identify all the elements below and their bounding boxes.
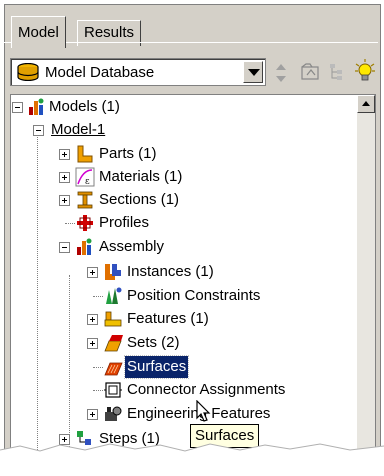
assembly-icon [75, 237, 95, 257]
collapse-icon[interactable] [59, 242, 70, 253]
model-tree[interactable]: Models (1) Model-1 Parts (1) ε Materials… [10, 94, 376, 472]
expand-icon[interactable] [87, 267, 98, 278]
expand-icon[interactable] [59, 195, 70, 206]
lightbulb-icon[interactable] [354, 58, 376, 88]
tree-line [65, 223, 75, 224]
chevron-up-icon [362, 101, 370, 106]
tree-item-engineering-features[interactable]: Engineering Features [11, 403, 351, 425]
tree-icon[interactable] [328, 62, 348, 86]
features-icon [103, 309, 123, 329]
database-label: Model Database [45, 64, 155, 81]
materials-icon: ε [75, 167, 95, 187]
profiles-icon [75, 213, 95, 233]
expand-icon[interactable] [59, 149, 70, 160]
expand-icon[interactable] [59, 172, 70, 183]
svg-text:ε: ε [85, 177, 90, 187]
position-constraints-icon [103, 286, 123, 306]
database-icon [17, 62, 39, 85]
filter-icon[interactable] [300, 62, 322, 86]
tree-item-sections[interactable]: Sections (1) [11, 189, 351, 211]
tree-item-label: Parts (1) [99, 145, 157, 162]
tree-item-model-1[interactable]: Model-1 [11, 119, 351, 141]
connector-icon [103, 380, 123, 400]
tree-item-label: Profiles [99, 214, 150, 231]
tree-item-label: Sections (1) [99, 191, 180, 208]
tab-model[interactable]: Model [11, 16, 66, 48]
models-icon [27, 97, 47, 117]
scroll-up-button[interactable] [357, 95, 375, 113]
instances-icon [103, 262, 123, 282]
dropdown-button[interactable] [243, 61, 263, 83]
tree-item-label: Surfaces [123, 355, 190, 379]
model-database-select[interactable]: Model Database [10, 58, 266, 86]
parts-icon [75, 144, 95, 164]
collapse-icon[interactable] [33, 125, 44, 136]
vertical-scrollbar[interactable] [357, 95, 375, 471]
chevron-down-icon [248, 69, 260, 76]
tree-item-label: Assembly [99, 238, 165, 255]
expand-icon[interactable] [87, 314, 98, 325]
engineering-icon [103, 404, 123, 424]
tree-line [93, 367, 103, 368]
tree-item-label: Sets (2) [127, 334, 180, 351]
expand-icon[interactable] [87, 338, 98, 349]
tree-item-materials[interactable]: ε Materials (1) [11, 166, 351, 188]
tree-item-label: Models (1) [49, 98, 120, 115]
tree-item-instances[interactable]: Instances (1) [11, 261, 351, 283]
tree-item-label: Instances (1) [127, 263, 214, 280]
tab-results-label: Results [84, 24, 135, 41]
sets-icon [103, 333, 123, 353]
tree-item-surfaces[interactable]: Surfaces [11, 355, 351, 379]
up-down-arrows-icon[interactable] [274, 62, 288, 88]
torn-edge [0, 443, 384, 476]
tree-item-connector-assignments[interactable]: Connector Assignments [11, 379, 351, 401]
surfaces-icon [103, 357, 123, 377]
tree-item-models[interactable]: Models (1) [11, 96, 351, 118]
tree-item-position-constraints[interactable]: Position Constraints [11, 285, 351, 307]
collapse-icon[interactable] [12, 102, 23, 113]
mouse-cursor-icon [196, 400, 211, 422]
tree-item-parts[interactable]: Parts (1) [11, 143, 351, 165]
sections-icon [75, 190, 95, 210]
tree-item-label: Features (1) [127, 310, 209, 327]
tree-item-label: Position Constraints [127, 287, 261, 304]
tree-item-label: Materials (1) [99, 168, 183, 185]
tree-line [93, 390, 103, 391]
tree-item-profiles[interactable]: Profiles [11, 212, 351, 234]
tree-item-assembly[interactable]: Assembly [11, 236, 351, 258]
tree-line [93, 296, 103, 297]
expand-icon[interactable] [87, 409, 98, 420]
tree-item-features[interactable]: Features (1) [11, 308, 351, 330]
tree-item-sets[interactable]: Sets (2) [11, 332, 351, 354]
tab-model-label: Model [18, 24, 59, 41]
tree-item-label: Connector Assignments [127, 381, 286, 398]
tree-item-label: Model-1 [51, 121, 106, 138]
